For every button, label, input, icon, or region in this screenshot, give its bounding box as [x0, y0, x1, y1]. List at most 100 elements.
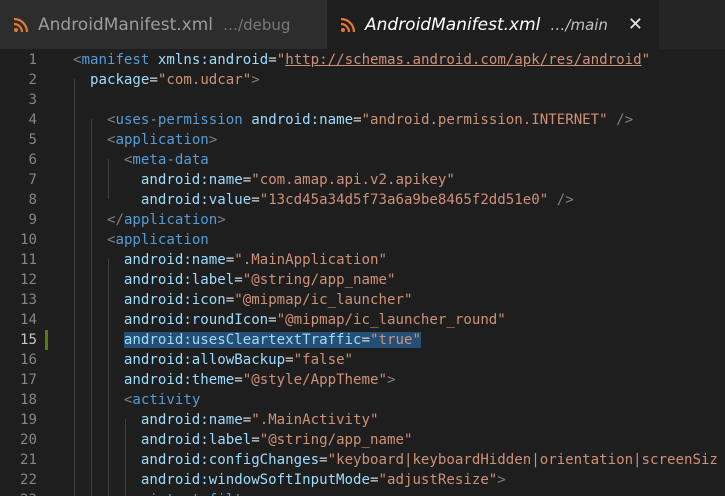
code-line[interactable]: 7 android:name="com.amap.api.v2.apikey": [0, 170, 725, 190]
code-token: =: [319, 452, 328, 468]
code-line[interactable]: 11 android:name=".MainApplication": [0, 250, 725, 270]
code-token: android:name: [140, 172, 243, 188]
line-number: 5: [28, 132, 38, 148]
code-token: />: [616, 112, 634, 128]
code-text: android:value="13cd45a34d5f73a6a9be8465f…: [73, 190, 574, 210]
code-token: =: [251, 192, 260, 208]
code-text: android:windowSoftInputMode="adjustResiz…: [73, 470, 506, 490]
code-line[interactable]: 8 android:value="13cd45a34d5f73a6a9be846…: [0, 190, 725, 210]
code-line[interactable]: 22 android:windowSoftInputMode="adjustRe…: [0, 470, 725, 490]
code-line[interactable]: 5 <application>: [0, 130, 725, 150]
code-line[interactable]: 16 android:allowBackup="false": [0, 350, 725, 370]
code-token: >: [251, 72, 260, 88]
code-line[interactable]: 20 android:label="@string/app_name": [0, 430, 725, 450]
code-token: />: [556, 192, 574, 208]
code-token: android:theme: [123, 372, 235, 388]
code-token: android:name: [251, 112, 354, 128]
tab-path: …/debug: [223, 15, 291, 34]
code-token: =: [353, 112, 362, 128]
rss-icon: [340, 17, 356, 32]
line-number: 18: [20, 392, 37, 408]
close-icon[interactable]: ✕: [628, 14, 643, 35]
rss-icon: [13, 17, 29, 32]
tab-main-manifest[interactable]: AndroidManifest.xml …/main ✕: [327, 0, 659, 49]
code-line[interactable]: 10 <application: [0, 230, 725, 250]
code-token: >: [217, 212, 226, 228]
code-line[interactable]: 2 package="com.udcar">: [0, 70, 725, 90]
code-token: ": [276, 52, 286, 68]
code-line[interactable]: 19 android:name=".MainActivity": [0, 410, 725, 430]
tab-bar: AndroidManifest.xml …/debug AndroidManif…: [0, 0, 725, 49]
code-token: "android.permission.INTERNET": [361, 112, 608, 128]
code-token: uses-permission: [115, 112, 243, 128]
line-number: 11: [20, 252, 37, 268]
line-number: 1: [28, 52, 38, 68]
code-token: android:label: [123, 272, 235, 288]
code-token: android:usesCleartextTraffic: [123, 332, 362, 348]
code-token: =: [268, 52, 277, 68]
code-token: xmlns:android: [157, 52, 269, 68]
code-token: android:roundIcon: [123, 312, 269, 328]
code-line[interactable]: 14 android:roundIcon="@mipmap/ic_launche…: [0, 310, 725, 330]
code-token: android:windowSoftInputMode: [140, 472, 370, 488]
line-number: 22: [20, 472, 37, 488]
code-text: <intent-filter: [73, 490, 260, 496]
code-token: <: [73, 52, 82, 68]
code-token: "com.amap.api.v2.apikey": [251, 172, 455, 188]
code-token: application: [115, 232, 209, 248]
code-text: android:allowBackup="false": [73, 350, 353, 370]
line-number: 14: [20, 312, 37, 328]
code-line[interactable]: 3: [0, 90, 725, 110]
code-token: =: [234, 272, 243, 288]
code-line[interactable]: 6 <meta-data: [0, 150, 725, 170]
line-number: 2: [28, 72, 38, 88]
code-line[interactable]: 13 android:icon="@mipmap/ic_launcher": [0, 290, 725, 310]
code-line[interactable]: 1 <manifest xmlns:android="http://schemas…: [0, 50, 725, 70]
code-text: android:configChanges="keyboard|keyboard…: [73, 450, 718, 470]
line-number: 17: [20, 372, 37, 388]
line-number: 3: [28, 92, 38, 108]
code-line[interactable]: 17 android:theme="@style/AppTheme">: [0, 370, 725, 390]
line-number: 23: [0, 490, 37, 496]
code-token: manifest: [81, 52, 150, 68]
code-token: "true": [370, 332, 421, 348]
code-line[interactable]: 15 android:usesCleartextTraffic="true": [0, 330, 725, 350]
code-line[interactable]: 23 <intent-filter: [0, 490, 725, 496]
code-text: <application>: [73, 130, 217, 150]
tab-debug-manifest[interactable]: AndroidManifest.xml …/debug: [0, 0, 327, 49]
code-token: android:label: [140, 432, 252, 448]
code-token: android:name: [123, 252, 226, 268]
code-line[interactable]: 9 </application>: [0, 210, 725, 230]
code-token: "@mipmap/ic_launcher": [234, 292, 413, 308]
code-token: "13cd45a34d5f73a6a9be8465f2dd51e0": [259, 192, 549, 208]
code-line[interactable]: 21 android:configChanges="keyboard|keybo…: [0, 450, 725, 470]
code-editor[interactable]: 1 <manifest xmlns:android="http://schemas…: [0, 49, 725, 496]
code-token: =: [225, 292, 235, 308]
code-text: android:theme="@style/AppTheme">: [73, 370, 396, 390]
line-number: 9: [28, 212, 38, 228]
code-token: >: [208, 132, 218, 148]
code-text: <manifest xmlns:android="http://schemas.…: [73, 50, 650, 70]
code-line[interactable]: 18 <activity: [0, 390, 725, 410]
code-line[interactable]: 4 <uses-permission android:name="android…: [0, 110, 725, 130]
code-token: "@string/app_name": [259, 432, 413, 448]
code-token: "com.udcar": [157, 72, 252, 88]
code-token: package: [89, 72, 150, 88]
code-line[interactable]: 12 android:label="@string/app_name": [0, 270, 725, 290]
code-text: package="com.udcar">: [73, 70, 260, 90]
code-token: =: [225, 252, 235, 268]
code-token: meta-data: [132, 152, 209, 168]
code-token: activity: [132, 392, 201, 408]
